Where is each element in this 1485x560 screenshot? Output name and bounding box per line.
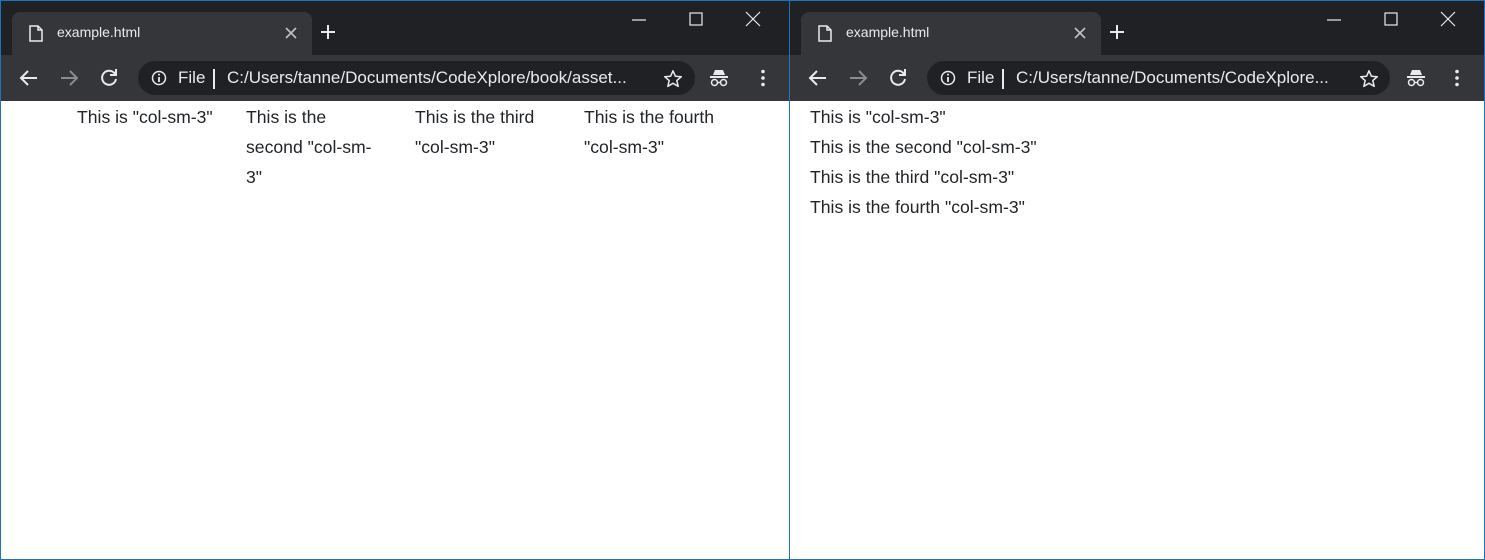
col-sm-3-first: This is "col-sm-3": [810, 107, 946, 127]
col-sm-3-fourth: This is the fourth "col-sm-3": [584, 107, 715, 157]
info-icon[interactable]: [151, 70, 167, 86]
minimize-icon[interactable]: [631, 11, 647, 27]
star-icon[interactable]: [663, 69, 683, 89]
address-bar[interactable]: File C:/Users/tanne/Documents/CodeXplore…: [927, 61, 1390, 95]
col-sm-3-second: This is the second "col-sm-3": [810, 137, 1037, 157]
arrow-right-icon[interactable]: [59, 68, 79, 88]
col-sm-3-third: This is the third "col-sm-3": [810, 167, 1015, 187]
tab-title: example.html: [57, 24, 141, 40]
toolbar: File C:/Users/tanne/Documents/CodeXplore…: [790, 55, 1484, 101]
info-icon[interactable]: [940, 70, 956, 86]
scheme-label: File: [178, 68, 206, 87]
title-bar[interactable]: example.html: [1, 1, 789, 55]
omnibox-separator: [213, 69, 215, 89]
kebab-menu-icon[interactable]: [753, 68, 773, 88]
col-sm-3-first: This is "col-sm-3": [77, 107, 213, 127]
kebab-menu-icon[interactable]: [1447, 68, 1467, 88]
col-sm-3-fourth: This is the fourth "col-sm-3": [810, 197, 1025, 217]
url-text[interactable]: C:/Users/tanne/Documents/CodeXplore...: [1016, 68, 1346, 88]
incognito-icon: [710, 70, 728, 87]
window-controls: [619, 1, 789, 41]
close-icon[interactable]: [745, 11, 761, 27]
title-bar[interactable]: example.html: [790, 1, 1484, 55]
plus-icon[interactable]: [319, 23, 337, 41]
file-icon: [818, 25, 832, 42]
col-sm-3-third: This is the third "col-sm-3": [415, 107, 535, 157]
browser-window-left: example.html File C:/Users/tanne/Documen…: [0, 0, 790, 560]
file-icon: [29, 25, 43, 42]
address-bar[interactable]: File C:/Users/tanne/Documents/CodeXplore…: [138, 61, 695, 95]
minimize-icon[interactable]: [1326, 11, 1342, 27]
browser-tab[interactable]: example.html: [12, 12, 312, 55]
star-icon[interactable]: [1359, 69, 1379, 89]
page-viewport[interactable]: This is "col-sm-3" This is the second "c…: [790, 101, 1484, 559]
page-viewport[interactable]: This is "col-sm-3" This is the second "c…: [1, 101, 789, 559]
tab-title: example.html: [846, 24, 930, 40]
plus-icon[interactable]: [1108, 23, 1126, 41]
toolbar: File C:/Users/tanne/Documents/CodeXplore…: [1, 55, 789, 101]
arrow-left-icon[interactable]: [19, 68, 39, 88]
browser-window-right: example.html File C:/Users/tanne/Documen…: [789, 0, 1485, 560]
omnibox-separator: [1002, 69, 1004, 89]
close-icon[interactable]: [1073, 26, 1087, 40]
scheme-label: File: [967, 68, 995, 87]
close-icon[interactable]: [1440, 11, 1456, 27]
col-sm-3-second: This is the second "col-sm-3": [246, 107, 372, 187]
arrow-left-icon[interactable]: [808, 68, 828, 88]
incognito-icon: [1407, 70, 1425, 87]
reload-icon[interactable]: [99, 68, 119, 88]
reload-icon[interactable]: [888, 68, 908, 88]
url-text[interactable]: C:/Users/tanne/Documents/CodeXplore/book…: [227, 68, 647, 88]
close-icon[interactable]: [284, 26, 298, 40]
bootstrap-row: This is "col-sm-3" This is the second "c…: [810, 102, 1037, 222]
browser-tab[interactable]: example.html: [801, 12, 1101, 55]
window-controls: [1314, 1, 1484, 41]
arrow-right-icon[interactable]: [848, 68, 868, 88]
maximize-icon[interactable]: [1383, 11, 1399, 27]
maximize-icon[interactable]: [688, 11, 704, 27]
